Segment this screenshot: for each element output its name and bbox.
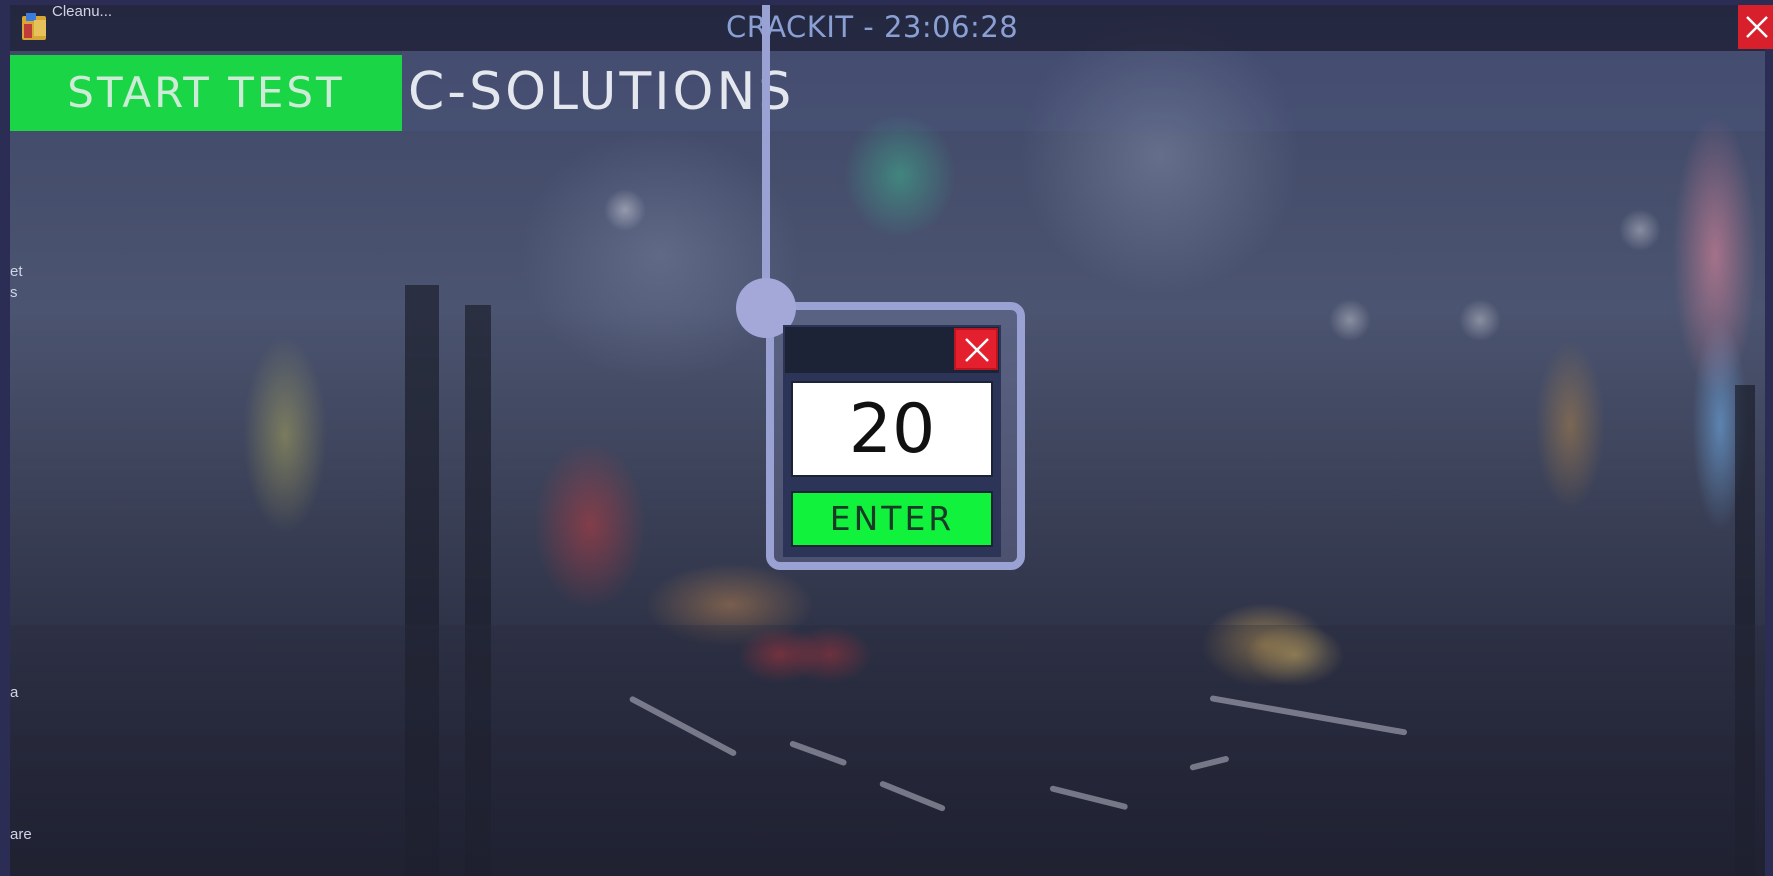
taskbar-app-label[interactable]: Cleanu... — [52, 3, 112, 20]
enter-button[interactable]: ENTER — [791, 491, 993, 547]
desktop-text-fragment: s — [10, 284, 18, 301]
brand-title: C-SOLUTIONS — [408, 62, 795, 122]
window-close-button[interactable] — [1738, 5, 1773, 49]
connector-line — [762, 5, 770, 305]
close-icon — [1746, 16, 1768, 38]
desktop-text-fragment: are — [10, 826, 32, 843]
dialog-close-button[interactable] — [954, 328, 998, 370]
desktop-text-fragment: et — [10, 263, 23, 280]
desktop-text-fragment: a — [10, 684, 19, 701]
app-window: Cleanu... et s a are CRACKIT - 23:06:28 … — [0, 0, 1773, 876]
folder-app-icon[interactable] — [20, 10, 50, 42]
background-road — [10, 625, 1765, 876]
value-input[interactable] — [791, 381, 993, 477]
close-icon — [965, 338, 989, 362]
start-test-button[interactable]: START TEST — [10, 55, 402, 131]
